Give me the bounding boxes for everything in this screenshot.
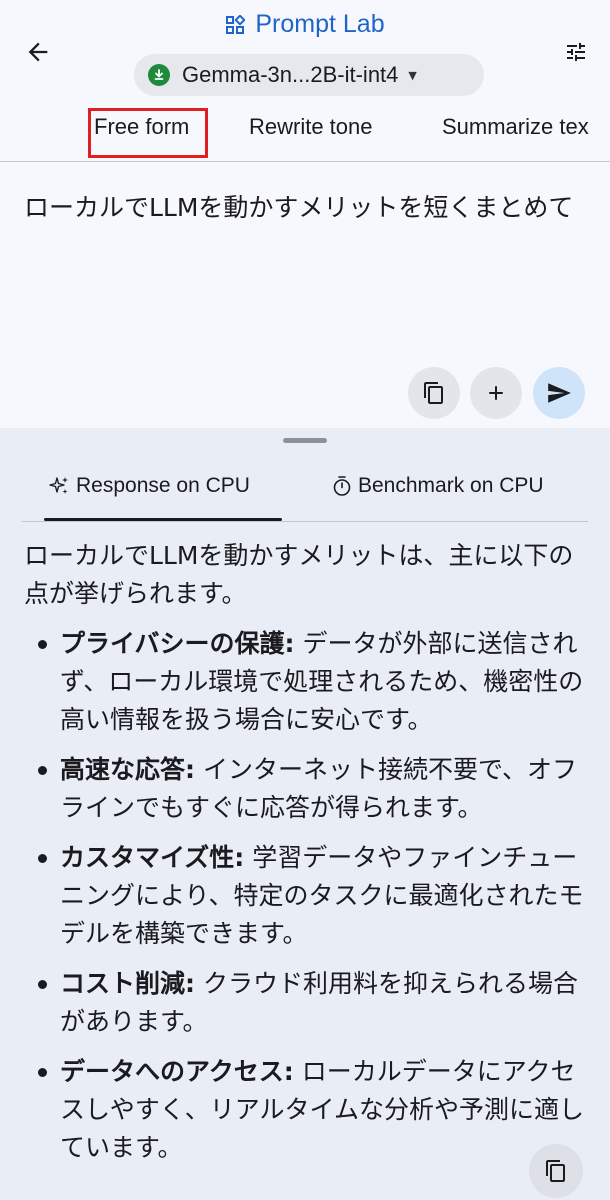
bullet — [38, 1068, 47, 1077]
dropdown-caret-icon: ▼ — [408, 68, 417, 82]
tabs-divider — [0, 161, 610, 162]
list-item: 高速な応答: インターネット接続不要で、オフラインでもすぐに応答が得られます。 — [24, 751, 584, 827]
prompt-input[interactable]: ローカルでLLMを動かすメリットを短くまとめて — [24, 186, 594, 229]
bullet — [38, 980, 47, 989]
timer-icon — [333, 476, 351, 496]
sparkle-icon — [49, 477, 68, 494]
widgets-icon — [226, 14, 246, 34]
tab-benchmark-label: Benchmark on CPU — [358, 474, 544, 497]
tab-benchmark-on-cpu[interactable]: Benchmark on CPU — [332, 474, 544, 498]
plus-icon — [489, 386, 503, 400]
copy-prompt-button[interactable] — [408, 367, 460, 419]
tab-summarize-text[interactable]: Summarize tex — [442, 114, 589, 140]
model-name: Gemma-3n...2B-it-int4 — [182, 62, 399, 87]
item-title: カスタマイズ性: — [60, 843, 245, 872]
selected-tab-highlight — [88, 108, 208, 158]
list-item: データへのアクセス: ローカルデータにアクセスしやすく、リアルタイムな分析や予測… — [24, 1053, 584, 1167]
item-title: コスト削減: — [60, 969, 195, 998]
add-button[interactable] — [470, 367, 522, 419]
tune-icon — [567, 43, 585, 61]
copy-icon — [546, 1160, 565, 1182]
tab-response-on-cpu[interactable]: Response on CPU — [48, 474, 250, 498]
bullet — [38, 766, 47, 775]
tab-response-label: Response on CPU — [76, 474, 250, 497]
app-title-label: Prompt Lab — [255, 10, 385, 38]
item-title: 高速な応答: — [60, 755, 195, 784]
copy-icon — [424, 382, 443, 404]
download-done-icon — [148, 64, 170, 86]
list-item: コスト削減: クラウド利用料を抑えられる場合があります。 — [24, 965, 584, 1041]
list-item: プライバシーの保護: データが外部に送信されず、ローカル環境で処理されるため、機… — [24, 625, 584, 739]
result-tabs-divider — [22, 521, 588, 522]
model-selector[interactable]: Gemma-3n...2B-it-int4 ▼ — [134, 54, 484, 96]
tab-rewrite-tone[interactable]: Rewrite tone — [249, 114, 373, 140]
tune-settings-button[interactable] — [556, 32, 596, 72]
response-intro: ローカルでLLMを動かすメリットは、主に以下の点が挙げられます。 — [24, 541, 574, 608]
send-button[interactable] — [533, 367, 585, 419]
bullet — [38, 854, 47, 863]
copy-response-button[interactable] — [529, 1144, 583, 1198]
response-text: ローカルでLLMを動かすメリットは、主に以下の点が挙げられます。 プライバシーの… — [24, 537, 584, 1179]
selected-result-tab-indicator — [44, 518, 282, 521]
item-title: プライバシーの保護: — [60, 629, 295, 658]
app-title: Prompt Lab — [0, 10, 610, 39]
send-icon — [548, 383, 571, 403]
list-item: カスタマイズ性: 学習データやファインチューニングにより、特定のタスクに最適化さ… — [24, 839, 584, 953]
item-title: データへのアクセス: — [60, 1057, 294, 1086]
arrow-left-icon — [28, 42, 48, 62]
response-list: プライバシーの保護: データが外部に送信されず、ローカル環境で処理されるため、機… — [24, 625, 584, 1167]
bullet — [38, 640, 47, 649]
drag-handle[interactable] — [283, 438, 327, 443]
